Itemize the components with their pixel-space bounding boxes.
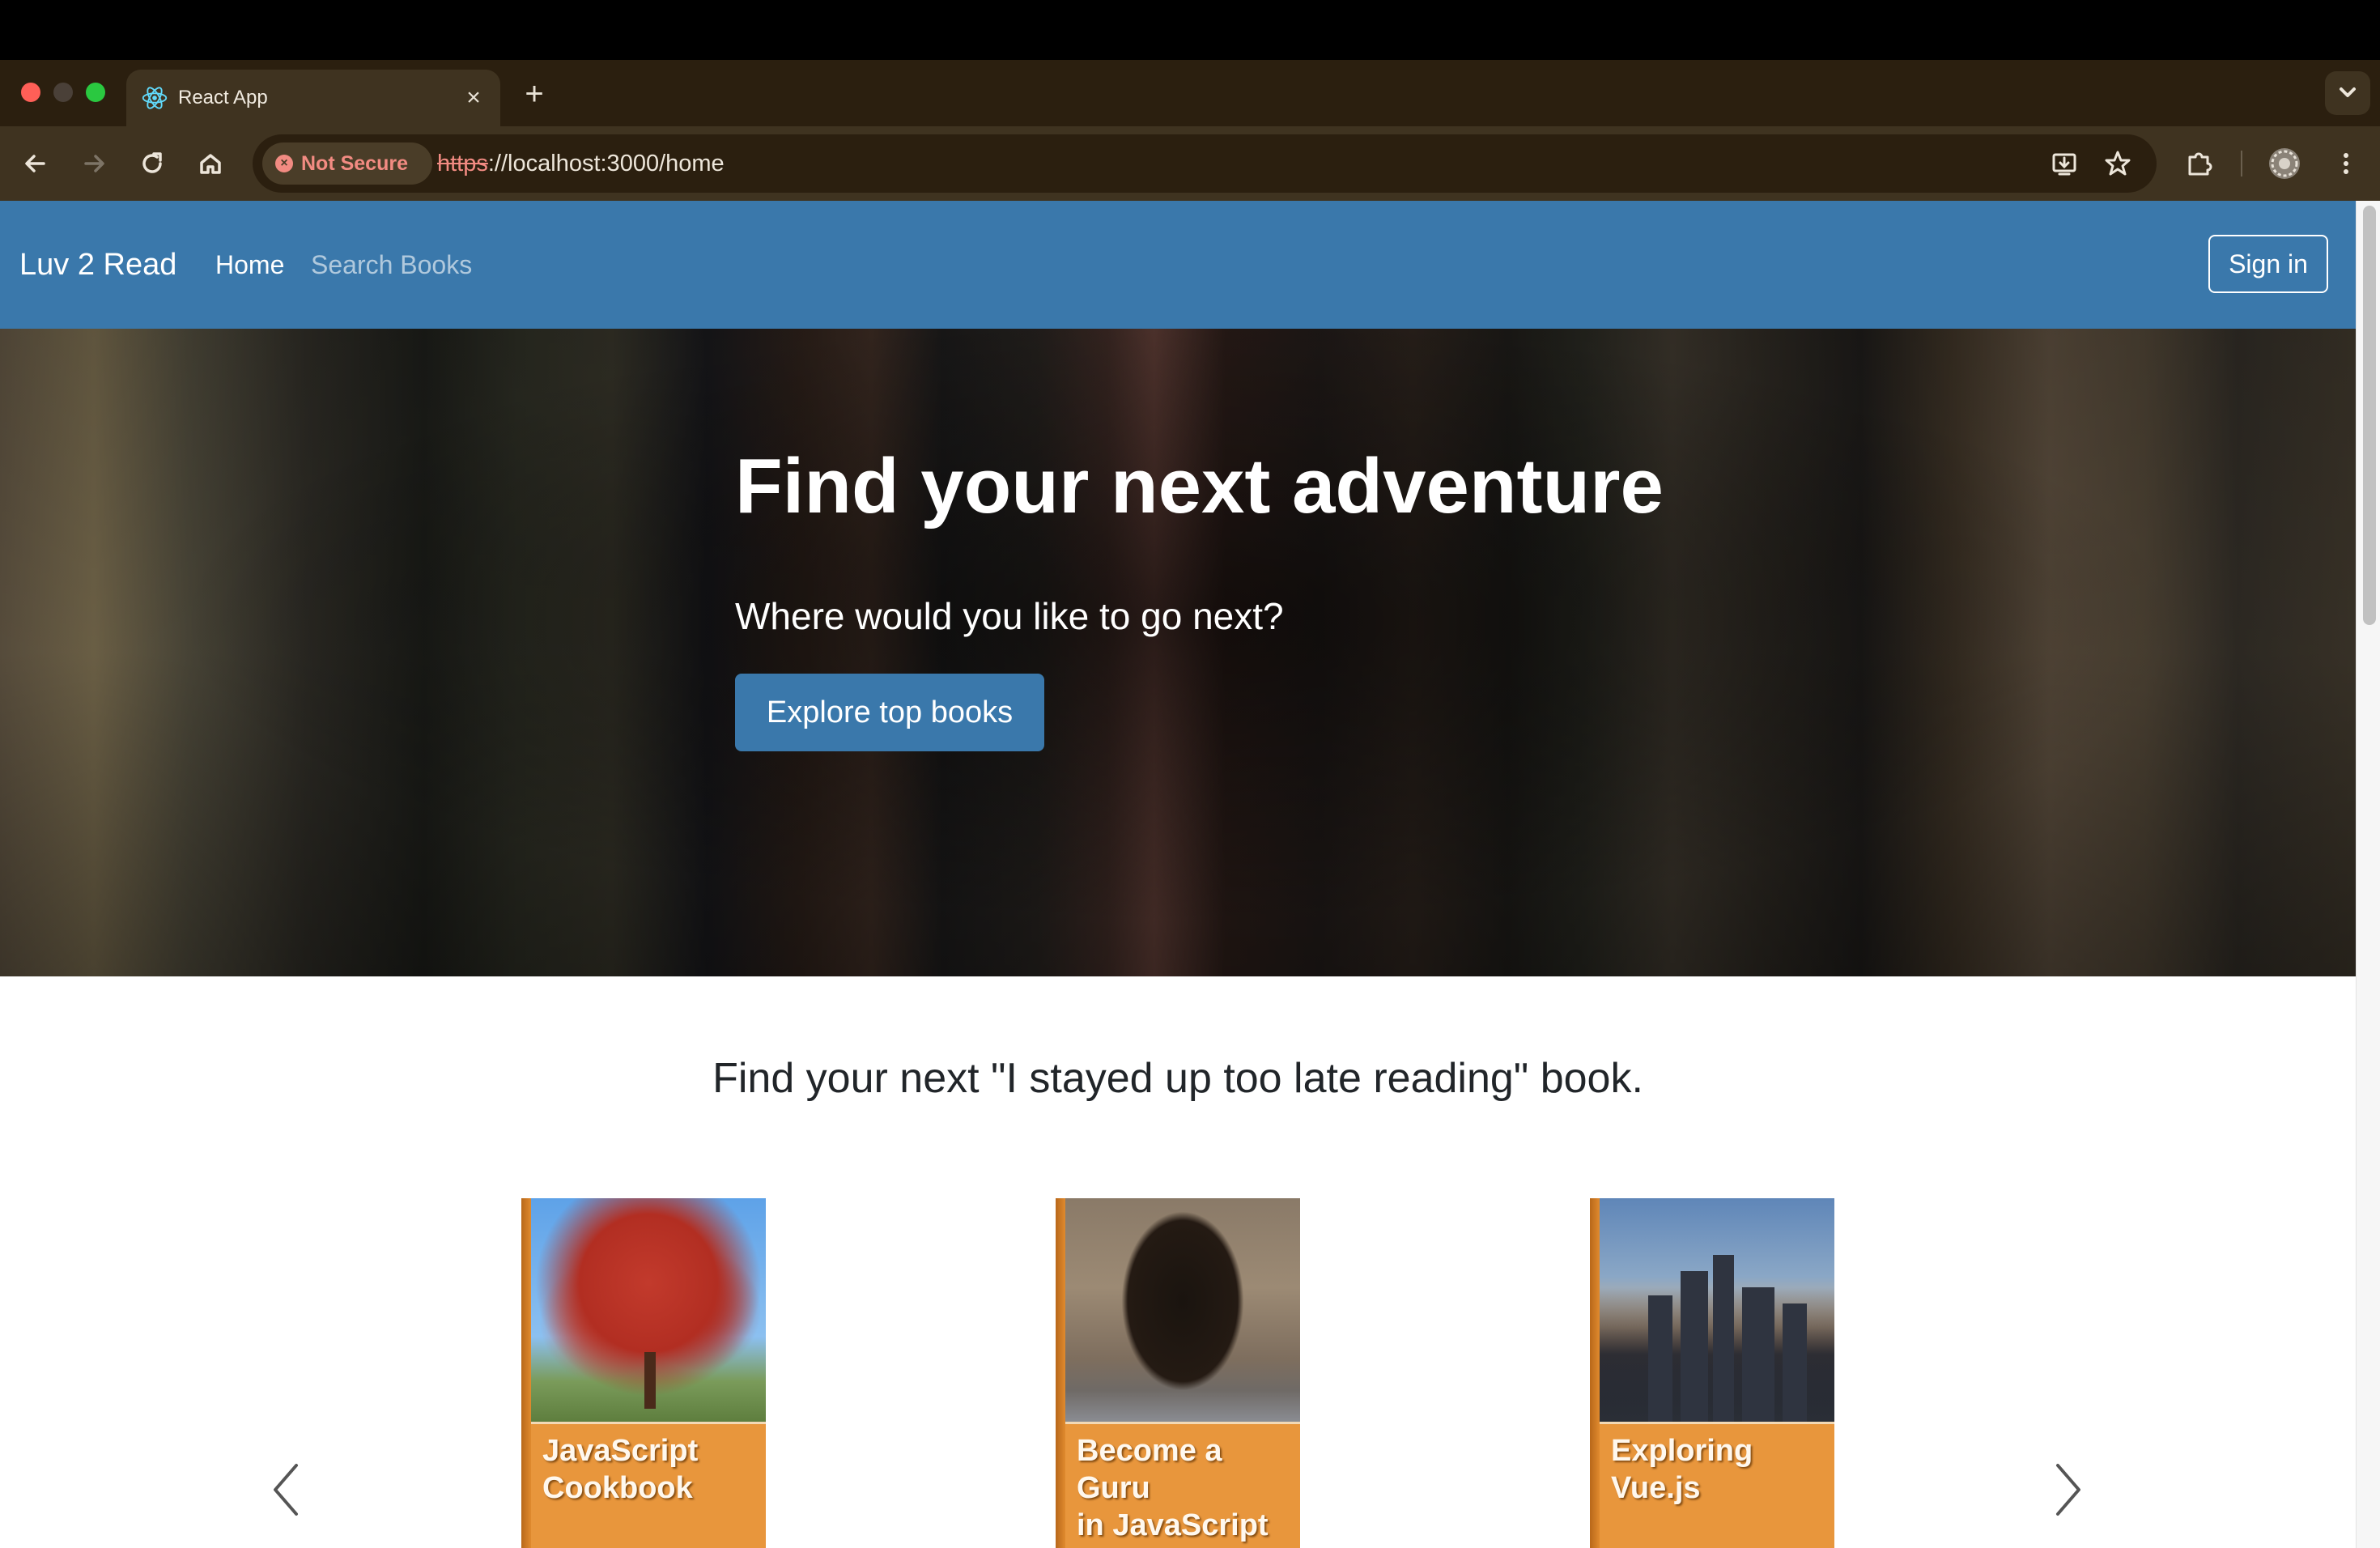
page-scrollbar[interactable] — [2356, 201, 2380, 1548]
tab-search-button[interactable] — [2325, 71, 2370, 115]
chevron-right-icon[interactable] — [2048, 1457, 2089, 1522]
site-navbar: Luv 2 Read Home Search Books Sign in — [0, 201, 2356, 329]
home-icon[interactable] — [194, 147, 227, 180]
kebab-menu-icon[interactable] — [2330, 147, 2362, 180]
building — [1742, 1287, 1774, 1422]
book-title: Exploring Vue.js — [1611, 1432, 1826, 1507]
chevron-left-icon[interactable] — [266, 1457, 306, 1522]
building — [1713, 1255, 1734, 1422]
book-title-line: JavaScript — [542, 1434, 699, 1468]
book-title-line: Cookbook — [542, 1471, 693, 1505]
nav-link-home[interactable]: Home — [215, 201, 284, 329]
window-maximize-button[interactable] — [86, 83, 105, 102]
building — [1783, 1303, 1807, 1422]
book-title-line: Vue.js — [1611, 1471, 1701, 1505]
profile-avatar-icon[interactable] — [2268, 147, 2301, 180]
hero-overlay — [0, 329, 2356, 976]
hero-title: Find your next adventure — [735, 443, 1664, 529]
url-scheme: https — [437, 151, 488, 176]
book-cover-image — [1600, 1198, 1834, 1422]
url-path: ://localhost:3000/home — [487, 151, 725, 176]
browser-tab[interactable]: React App × — [126, 70, 500, 126]
security-label: Not Secure — [301, 152, 408, 175]
screen: React App × + × Not Secure https://local… — [0, 0, 2380, 1548]
plus-icon[interactable]: + — [518, 78, 550, 110]
react-icon — [142, 87, 168, 109]
brand-logo[interactable]: Luv 2 Read — [19, 201, 176, 329]
carousel-heading: Find your next "I stayed up too late rea… — [712, 1055, 1643, 1102]
close-icon[interactable]: × — [461, 86, 486, 110]
building — [1681, 1271, 1708, 1422]
hero-banner: Find your next adventure Where would you… — [0, 329, 2356, 976]
book-card[interactable]: Exploring Vue.js — [1590, 1198, 1834, 1548]
book-cover-band: Become a Guru in JavaScript — [1065, 1422, 1300, 1548]
tree-trunk — [644, 1352, 656, 1409]
forward-arrow-icon[interactable] — [78, 147, 110, 180]
reload-icon[interactable] — [136, 147, 168, 180]
book-title: Become a Guru in JavaScript — [1077, 1432, 1292, 1544]
window-minimize-button[interactable] — [53, 83, 73, 102]
book-spine — [521, 1198, 531, 1548]
back-arrow-icon[interactable] — [19, 147, 52, 180]
book-title-line: Become a Guru — [1077, 1434, 1222, 1505]
book-title-line: Exploring — [1611, 1434, 1753, 1468]
book-cover-band: Exploring Vue.js — [1600, 1422, 1834, 1548]
book-card[interactable]: Become a Guru in JavaScript — [1056, 1198, 1300, 1548]
explore-top-books-button[interactable]: Explore top books — [735, 674, 1044, 751]
url-text[interactable]: https://localhost:3000/home — [437, 134, 725, 193]
book-card[interactable]: JavaScript Cookbook — [521, 1198, 766, 1548]
security-chip[interactable]: × Not Secure — [262, 142, 432, 185]
chevron-down-icon — [2340, 87, 2356, 97]
sign-in-button[interactable]: Sign in — [2208, 235, 2328, 293]
book-cover-image — [1065, 1198, 1300, 1422]
window-close-button[interactable] — [21, 83, 40, 102]
hero-subtitle: Where would you like to go next? — [735, 595, 1284, 637]
book-title-line: in JavaScript — [1077, 1508, 1269, 1542]
extensions-icon[interactable] — [2182, 147, 2215, 180]
star-icon[interactable] — [2102, 147, 2134, 180]
address-bar[interactable]: × Not Secure https://localhost:3000/home — [253, 134, 2157, 193]
book-cover-band: JavaScript Cookbook — [531, 1422, 766, 1548]
book-cover-image — [531, 1198, 766, 1422]
tab-title: React App — [178, 87, 268, 108]
toolbar-divider — [2241, 151, 2242, 176]
book-title: JavaScript Cookbook — [542, 1432, 758, 1507]
web-page: Luv 2 Read Home Search Books Sign in Fin… — [0, 201, 2356, 1548]
book-spine — [1590, 1198, 1600, 1548]
book-spine — [1056, 1198, 1065, 1548]
nav-link-search-books[interactable]: Search Books — [311, 201, 472, 329]
install-icon[interactable] — [2048, 147, 2080, 180]
warning-icon: × — [275, 155, 293, 172]
building — [1648, 1295, 1672, 1422]
scrollbar-thumb[interactable] — [2363, 206, 2376, 625]
